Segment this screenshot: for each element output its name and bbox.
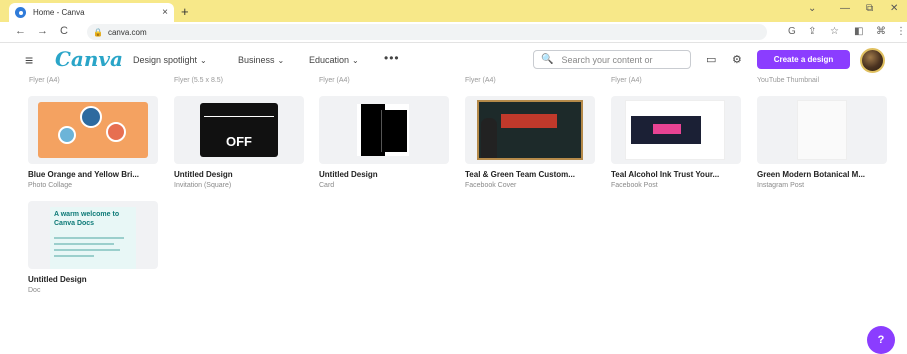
bookmark-star-icon[interactable]: ☆ xyxy=(830,26,839,37)
design-card[interactable]: Green Modern Botanical M... Instagram Po… xyxy=(757,96,887,189)
design-thumbnail[interactable] xyxy=(465,96,595,164)
design-title[interactable]: Teal & Green Team Custom... xyxy=(465,170,595,179)
avatar[interactable] xyxy=(860,48,885,73)
design-title[interactable]: Untitled Design xyxy=(319,170,449,179)
new-tab-button[interactable]: + xyxy=(181,4,189,19)
minimize-button[interactable]: — xyxy=(840,3,850,14)
design-title[interactable]: Untitled Design xyxy=(174,170,304,179)
design-title[interactable]: Teal Alcohol Ink Trust Your... xyxy=(611,170,741,179)
share-icon[interactable]: ⇪ xyxy=(808,26,816,37)
design-card[interactable]: Blue Orange and Yellow Bri... Photo Coll… xyxy=(28,96,158,189)
back-arrow-icon[interactable]: ← xyxy=(15,25,26,37)
more-menu-button[interactable]: ••• xyxy=(384,51,400,65)
design-thumbnail[interactable] xyxy=(319,96,449,164)
canva-logo[interactable]: Canva xyxy=(55,47,123,71)
menu-dots-icon[interactable]: ⋮ xyxy=(896,26,906,37)
help-button[interactable]: ? xyxy=(867,326,895,354)
design-type: Photo Collage xyxy=(28,182,72,189)
address-bar-row: ← → C 🔒 canva.com G ⇪ ☆ ◧ ⌘ ⋮ xyxy=(0,22,907,43)
nav-business[interactable]: Business ⌄ xyxy=(238,55,284,65)
chevron-down-icon: ⌄ xyxy=(200,56,207,65)
design-type: Card xyxy=(319,182,335,189)
design-title[interactable]: Blue Orange and Yellow Bri... xyxy=(28,170,158,179)
design-thumbnail[interactable] xyxy=(611,96,741,164)
prev-row-label: Flyer (5.5 x 8.5) xyxy=(174,77,224,84)
design-title[interactable]: Green Modern Botanical M... xyxy=(757,170,887,179)
browser-tab[interactable]: Home - Canva × xyxy=(9,3,174,22)
design-card[interactable]: Teal Alcohol Ink Trust Your... Facebook … xyxy=(611,96,741,189)
browser-tab-bar: Home - Canva × + ⌄ — ⧉ ✕ xyxy=(0,0,907,22)
thumbnail-text: OFF xyxy=(226,134,252,149)
design-thumbnail[interactable] xyxy=(28,96,158,164)
tab-title: Home - Canva xyxy=(33,8,85,17)
nav-education[interactable]: Education ⌄ xyxy=(309,55,359,65)
close-window-button[interactable]: ✕ xyxy=(890,3,898,14)
design-title[interactable]: Untitled Design xyxy=(28,275,158,284)
settings-gear-icon[interactable]: ⚙ xyxy=(732,53,742,66)
prev-row-label: YouTube Thumbnail xyxy=(757,77,820,84)
design-type: Facebook Post xyxy=(611,182,658,189)
hamburger-menu-icon[interactable]: ≡ xyxy=(25,52,33,68)
design-card[interactable]: Untitled Design Card xyxy=(319,96,449,189)
extensions-icon[interactable]: ⌘ xyxy=(876,26,886,37)
chevron-down-icon: ⌄ xyxy=(277,56,285,65)
google-icon[interactable]: G xyxy=(788,26,796,37)
desktop-app-icon[interactable]: ▭ xyxy=(706,53,716,66)
lock-icon: 🔒 xyxy=(93,27,103,37)
nav-label: Business xyxy=(238,55,275,65)
prev-row-label: Flyer (A4) xyxy=(465,77,496,84)
design-thumbnail[interactable] xyxy=(757,96,887,164)
search-placeholder: Search your content or xyxy=(561,54,653,65)
design-type: Doc xyxy=(28,287,41,294)
design-thumbnail[interactable]: A warm welcome to Canva Docs xyxy=(28,201,158,269)
design-type: Invitation (Square) xyxy=(174,182,232,189)
search-input[interactable]: 🔍 Search your content or xyxy=(533,50,691,69)
reload-icon[interactable]: C xyxy=(60,25,68,37)
design-card[interactable]: OFF Untitled Design Invitation (Square) xyxy=(174,96,304,189)
chevron-down-icon: ⌄ xyxy=(352,56,359,65)
url-text: canva.com xyxy=(107,27,147,37)
design-card[interactable]: Teal & Green Team Custom... Facebook Cov… xyxy=(465,96,595,189)
forward-arrow-icon[interactable]: → xyxy=(37,25,48,37)
canva-favicon-icon xyxy=(15,7,26,18)
sidepanel-icon[interactable]: ◧ xyxy=(854,26,863,37)
prev-row-label: Flyer (A4) xyxy=(611,77,642,84)
close-tab-icon[interactable]: × xyxy=(162,7,168,18)
design-card[interactable]: A warm welcome to Canva Docs Untitled De… xyxy=(28,201,158,294)
design-type: Instagram Post xyxy=(757,182,805,189)
nav-design-spotlight[interactable]: Design spotlight ⌄ xyxy=(133,55,207,65)
create-design-button[interactable]: Create a design xyxy=(757,50,850,69)
nav-label: Design spotlight xyxy=(133,55,198,65)
design-thumbnail[interactable]: OFF xyxy=(174,96,304,164)
tab-search-chevron-icon[interactable]: ⌄ xyxy=(808,3,816,14)
url-field[interactable]: 🔒 canva.com xyxy=(87,24,767,40)
prev-row-label: Flyer (A4) xyxy=(319,77,350,84)
restore-button[interactable]: ⧉ xyxy=(866,3,873,14)
search-icon: 🔍 xyxy=(541,54,554,65)
thumbnail-text: A warm welcome to Canva Docs xyxy=(54,211,120,227)
design-type: Facebook Cover xyxy=(465,182,517,189)
prev-row-label: Flyer (A4) xyxy=(29,77,60,84)
nav-label: Education xyxy=(309,55,350,65)
